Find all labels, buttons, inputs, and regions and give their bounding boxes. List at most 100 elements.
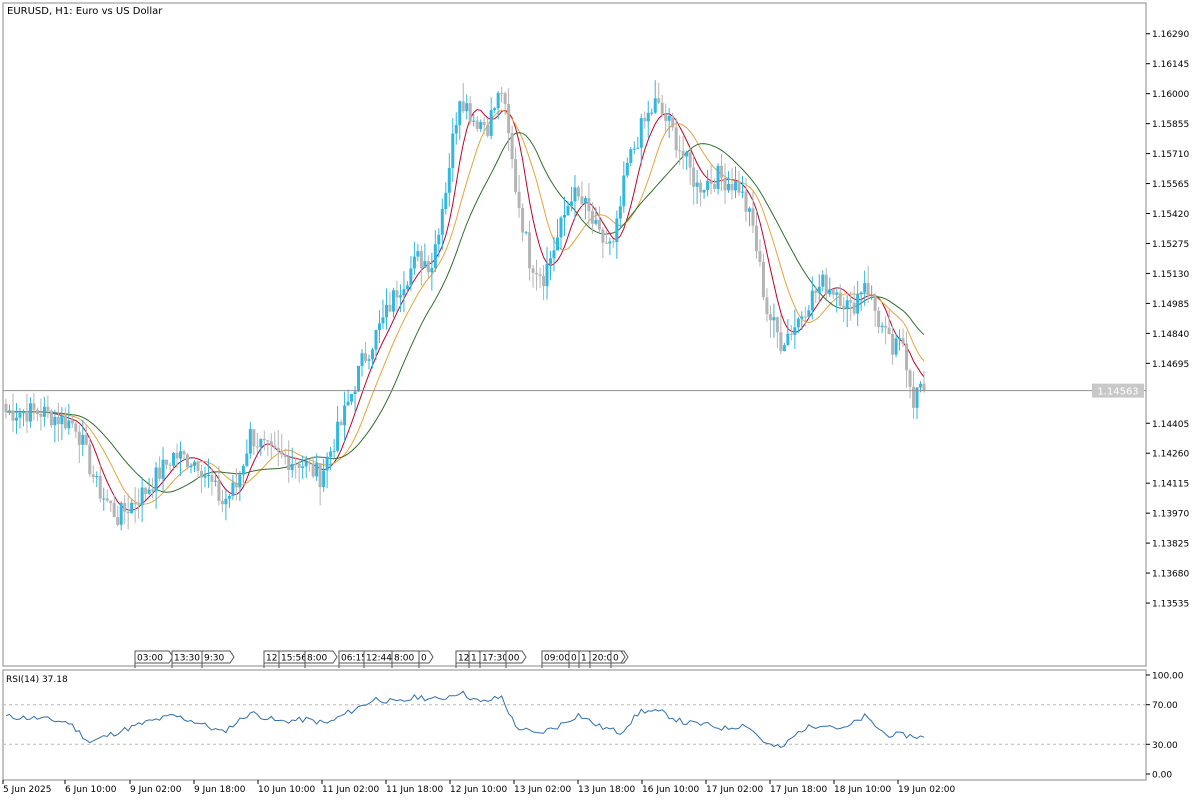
candle-body	[151, 489, 155, 492]
candle-body	[517, 191, 521, 208]
candle-body	[259, 438, 263, 447]
event-marker-label: 12	[458, 654, 469, 664]
candle-body	[4, 403, 8, 413]
time-axis-label: 13 Jun 18:00	[578, 785, 635, 795]
candle-body	[761, 261, 765, 298]
candle-body	[786, 333, 790, 346]
candle-body	[887, 327, 891, 335]
candle-body	[273, 445, 277, 448]
time-axis-label: 11 Jun 18:00	[386, 785, 443, 795]
candle-body	[433, 244, 437, 269]
chart-svg[interactable]: 1.14563 03:00 13:30 9:30 12 15:56 8:00 06:15 12…	[0, 0, 1200, 800]
candle-body	[542, 275, 546, 287]
candle-body	[102, 498, 106, 500]
candle-body	[754, 225, 758, 252]
candle-body	[583, 198, 587, 204]
candle-body	[458, 101, 462, 126]
time-axis-label: 12 Jun 10:00	[450, 785, 507, 795]
chart-window[interactable]: 1.14563 03:00 13:30 9:30 12 15:56 8:00 06:15 12…	[0, 0, 1200, 800]
candle-body	[796, 318, 800, 328]
current-price-tag-label: 1.14563	[1097, 387, 1138, 398]
candle-body	[702, 190, 706, 193]
candle-body	[332, 450, 336, 452]
rsi-panel[interactable]: RSI(14) 37.18	[2, 669, 1147, 781]
time-axis-label: 18 Jun 10:00	[834, 785, 891, 795]
candle-body	[189, 465, 193, 468]
price-axis-label: 1.13825	[1152, 540, 1189, 550]
candle-body	[779, 332, 783, 352]
candle-body	[402, 289, 406, 296]
candle-body	[611, 241, 615, 243]
candle-body	[7, 410, 11, 413]
candle-body	[290, 463, 294, 470]
candle-body	[482, 122, 486, 126]
candle-body	[213, 480, 217, 482]
candle-body	[269, 441, 273, 446]
candle-body	[206, 475, 210, 477]
candle-body	[63, 415, 67, 429]
price-axis-label: 1.15130	[1152, 270, 1189, 280]
candle-body	[831, 289, 835, 295]
candle-body	[817, 286, 821, 294]
candle	[49, 409, 53, 428]
price-axis-label: 1.15420	[1152, 210, 1189, 220]
candle-body	[210, 475, 214, 482]
candle-body	[137, 504, 141, 506]
candle-body	[325, 456, 329, 471]
candle-body	[35, 409, 39, 414]
candle-body	[95, 475, 99, 478]
candle-body	[905, 343, 909, 371]
event-marker-label: 09:00	[544, 654, 570, 664]
time-axis-label: 5 Jun 2025	[3, 785, 51, 795]
price-panel[interactable]: 1.14563 03:00 13:30 9:30 12 15:56 8:00 06:15 12…	[2, 2, 1147, 668]
candle-body	[461, 101, 465, 112]
candle-body	[734, 181, 738, 191]
candle-body	[692, 167, 696, 187]
candle-body	[133, 502, 137, 505]
candle-body	[353, 391, 357, 394]
candle-body	[112, 503, 116, 518]
candle-body	[381, 317, 385, 324]
rsi-axis[interactable]: 100.00 70.00 30.00 0.00	[1146, 672, 1184, 781]
candle-body	[727, 184, 731, 191]
candle-body	[912, 386, 916, 408]
candle-body	[573, 187, 577, 202]
candle-body	[856, 294, 860, 314]
time-axis[interactable]: 5 Jun 2025 6 Jun 10:00 9 Jun 02:00 9 Jun 18…	[2, 780, 955, 795]
price-axis-label: 1.15710	[1152, 150, 1189, 160]
candle-body	[196, 461, 200, 471]
candle-body	[91, 474, 95, 478]
candle-body	[367, 359, 371, 361]
candle-body	[426, 261, 430, 273]
candle-body	[308, 462, 312, 464]
candle-body	[713, 183, 717, 189]
time-axis-label: 6 Jun 10:00	[65, 785, 117, 795]
candle-body	[622, 175, 626, 207]
candle-body	[423, 261, 427, 269]
candle-body	[304, 462, 308, 467]
candle-body	[685, 152, 689, 157]
candle-body	[639, 118, 643, 148]
candle-body	[294, 463, 298, 465]
rsi-panel-frame	[2, 669, 1147, 781]
candle-body	[667, 115, 671, 121]
candle-body	[46, 406, 50, 411]
price-axis[interactable]: 1.16290 1.16145 1.16000 1.15855 1.15710 1.155…	[1146, 30, 1189, 610]
candle-body	[238, 474, 242, 488]
candle-body	[747, 208, 751, 212]
candle-body	[824, 274, 828, 295]
candle-body	[489, 110, 493, 136]
candle-body	[67, 420, 71, 429]
candle-body	[430, 268, 434, 273]
candle-body	[538, 274, 542, 276]
event-marker-label: 9:30	[204, 654, 224, 664]
event-marker-label: 8:00	[307, 654, 327, 664]
candle-body	[186, 454, 190, 468]
candle-body	[248, 429, 252, 454]
event-marker-label: 1	[471, 654, 477, 664]
candle-body	[852, 302, 856, 314]
candle-body	[179, 451, 183, 459]
candle-body	[388, 304, 392, 312]
candle-body	[123, 502, 127, 512]
candle-body	[919, 383, 923, 388]
